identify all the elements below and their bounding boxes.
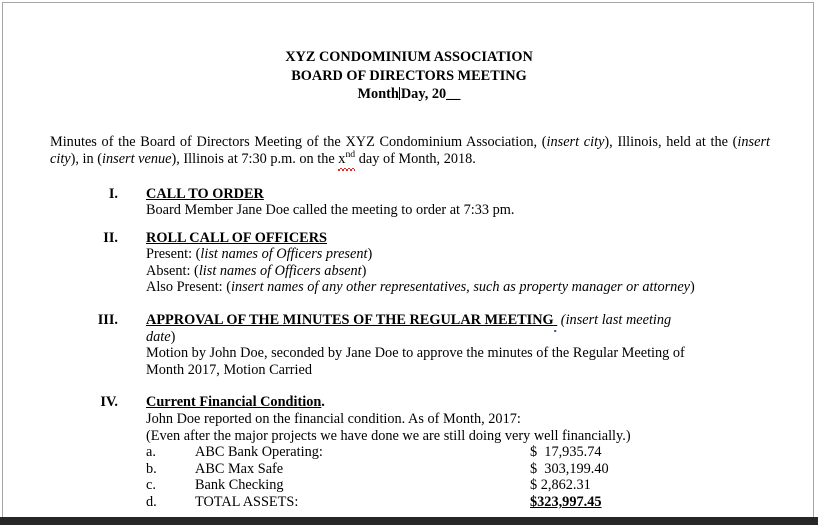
page-bottom-edge [0, 517, 818, 525]
roll-label: Present: ( [146, 246, 201, 263]
list-item-label: ABC Max Safe [195, 460, 284, 477]
roll-italic: list names of Officers absent [198, 262, 362, 279]
roll-label: Absent: ( [146, 262, 199, 279]
list-item-label: Bank Checking [195, 477, 284, 494]
document-page: XYZ CONDOMINIUM ASSOCIATION BOARD OF DIR… [2, 2, 814, 520]
date-line-after-caret: Day, 20 [400, 86, 447, 102]
list-item-total: d. TOTAL ASSETS: $323,997.45 [146, 494, 815, 511]
roll-call-absent: Absent: (list names of Officers absent) [146, 263, 815, 280]
section-roll-call: II. ROLL CALL OF OFFICERS Present: (list… [3, 230, 815, 296]
roll-call-also-present: Also Present: (insert names of any other… [146, 279, 815, 296]
intro-part-3: ), in ( [70, 151, 103, 167]
intro-italic-insert-city-1: insert city [546, 133, 605, 150]
roll-label: Also Present: ( [146, 279, 231, 296]
section-body-line: Board Member Jane Doe called the meeting… [146, 202, 515, 219]
section-numeral: I. [108, 185, 118, 202]
list-item-label: ABC Bank Operating: [195, 444, 323, 461]
list-item-letter: b. [146, 460, 157, 477]
roll-close: ) [690, 279, 695, 296]
list-item-letter: d. [146, 494, 157, 510]
list-item-amount: $ 303,199.40 [530, 460, 609, 477]
title-date-line[interactable]: Month Day, 20__ [3, 85, 815, 104]
document-body[interactable]: XYZ CONDOMINIUM ASSOCIATION BOARD OF DIR… [3, 3, 815, 513]
list-item-letter: c. [146, 477, 156, 494]
intro-part-1: Minutes of the Board of Directors Meetin… [50, 133, 547, 150]
roll-italic: list names of Officers present [200, 246, 368, 263]
section-numeral: III. [97, 312, 118, 329]
roll-close: ) [361, 262, 367, 279]
intro-part-2: ), Illinois, held at the ( [604, 133, 738, 150]
title-line-2: BOARD OF DIRECTORS MEETING [291, 67, 527, 84]
list-item-label: TOTAL ASSETS: [195, 494, 299, 510]
list-item-amount: $ 17,935.74 [530, 444, 602, 461]
list-item: c. Bank Checking $ 2,862.31 [146, 477, 815, 494]
section-heading-suffix-italic: (insert last meeting [557, 312, 672, 329]
list-item-letter: a. [146, 444, 156, 461]
roll-call-present: Present: (list names of Officers present… [146, 246, 815, 263]
section-heading-period: . [321, 394, 325, 411]
intro-part-5: day of Month, 2018. [355, 151, 476, 167]
grammar-suggestion-space[interactable] [553, 312, 558, 332]
list-item: b. ABC Max Safe $ 303,199.40 [146, 461, 815, 478]
section-heading-suffix-line-2: date) [146, 329, 815, 346]
section-approval-of-minutes: III. APPROVAL OF THE MINUTES OF THE REGU… [3, 312, 815, 378]
sections-list: I. CALL TO ORDER Board Member Jane Doe c… [3, 186, 815, 511]
section-numeral: II. [103, 229, 118, 246]
section-heading-line: APPROVAL OF THE MINUTES OF THE REGULAR M… [146, 312, 815, 332]
list-item-amount: $ 2,862.31 [530, 477, 591, 494]
roll-close: ) [367, 246, 373, 263]
intro-italic-insert-venue: insert venue [102, 151, 172, 167]
section-heading-line: Current Financial Condition. [146, 394, 815, 411]
spellcheck-misspelling[interactable]: xnd [338, 149, 356, 170]
section-body-line: (Even after the major projects we have d… [146, 427, 631, 444]
section-heading: Current Financial Condition [146, 394, 322, 411]
financial-list: a. ABC Bank Operating: $ 17,935.74 b. AB… [146, 444, 815, 510]
title-line-1: XYZ CONDOMINIUM ASSOCIATION [285, 49, 533, 65]
misspelled-superscript: nd [345, 149, 356, 161]
date-line-blank: __ [446, 86, 461, 102]
section-body-line: Motion by John Doe, seconded by Jane Doe… [146, 345, 685, 362]
intro-paragraph: Minutes of the Board of Directors Meetin… [3, 133, 815, 170]
section-body-line: Month 2017, Motion Carried [146, 361, 312, 378]
document-title-block: XYZ CONDOMINIUM ASSOCIATION BOARD OF DIR… [3, 48, 815, 104]
section-heading-suffix-close: ) [170, 328, 176, 345]
section-heading-suffix-italic-2: date [146, 328, 171, 345]
intro-part-4: ), Illinois at 7:30 p.m. on the [171, 151, 339, 167]
list-item: a. ABC Bank Operating: $ 17,935.74 [146, 444, 815, 461]
section-numeral: IV. [100, 394, 118, 411]
list-item-amount-total: $323,997.45 [530, 494, 602, 510]
section-heading: APPROVAL OF THE MINUTES OF THE REGULAR M… [146, 312, 554, 329]
section-heading: ROLL CALL OF OFFICERS [146, 229, 327, 246]
date-line-before-caret: Month [357, 86, 399, 102]
section-call-to-order: I. CALL TO ORDER Board Member Jane Doe c… [3, 186, 815, 219]
roll-italic: insert names of any other representative… [230, 279, 691, 296]
section-current-financial-condition: IV. Current Financial Condition. John Do… [3, 394, 815, 510]
section-body-line: John Doe reported on the financial condi… [146, 411, 521, 428]
section-heading: CALL TO ORDER [146, 185, 264, 202]
